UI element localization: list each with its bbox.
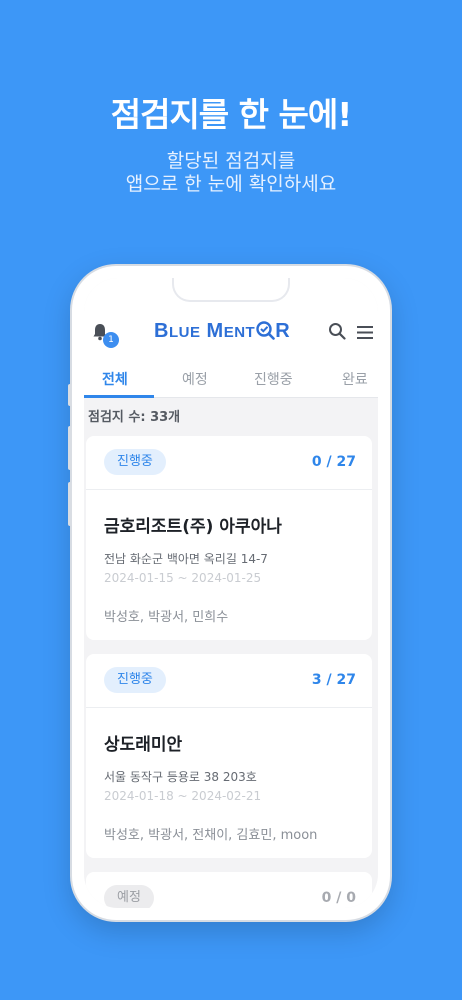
site-name: 상도래미안	[104, 735, 183, 755]
search-icon[interactable]	[328, 322, 346, 340]
tab-in-progress[interactable]: 진행중	[254, 369, 293, 389]
tab-completed[interactable]: 완료	[342, 369, 368, 389]
logo-text-ent: ENT	[223, 324, 256, 341]
inspection-card[interactable]: 예정 0 / 0	[86, 872, 372, 908]
progress-count: 3 / 27	[311, 672, 356, 688]
menu-icon[interactable]	[357, 326, 373, 339]
progress-count: 0 / 0	[321, 890, 356, 906]
promo-headline: 점검지를 한 눈에!	[110, 95, 353, 134]
tab-scheduled[interactable]: 예정	[182, 369, 208, 389]
card-header: 진행중 0 / 27	[86, 436, 372, 490]
logo-text-lue: LUE	[168, 324, 201, 341]
site-name: 금호리조트(주) 아쿠아나	[104, 517, 282, 537]
progress-count: 0 / 27	[311, 454, 356, 470]
promo-subtitle-line2: 앱으로 한 눈에 확인하세요	[125, 173, 337, 195]
phone-volume-up	[68, 426, 72, 470]
tab-all[interactable]: 전체	[102, 369, 128, 389]
inspection-card[interactable]: 진행중 3 / 27 상도래미안 서울 동작구 등용로 38 203호 2024…	[86, 654, 372, 858]
promo-subtitle: 할당된 점검지를 앱으로 한 눈에 확인하세요	[0, 150, 462, 196]
inspection-count: 점검지 수: 33개	[88, 410, 181, 425]
status-badge: 진행중	[104, 449, 166, 475]
logo-letter-r: R	[275, 320, 291, 342]
assigned-members: 박성호, 박광서, 민희수	[104, 610, 229, 625]
logo-letter-b: B	[154, 320, 169, 342]
active-tab-indicator	[84, 395, 154, 398]
blue-mentor-logo[interactable]: BLUE MENT R	[154, 320, 290, 343]
phone-frame: 1 BLUE MENT R 전체 예정 진행중 완료 점검지 수: 33개 진행…	[68, 266, 390, 920]
status-badge: 진행중	[104, 667, 166, 693]
magnifier-check-icon	[256, 321, 275, 340]
card-header: 진행중 3 / 27	[86, 654, 372, 708]
phone-volume-down	[68, 482, 72, 526]
inspection-card[interactable]: 진행중 0 / 27 금호리조트(주) 아쿠아나 전남 화순군 백아면 옥리길 …	[86, 436, 372, 640]
status-badge: 예정	[104, 885, 154, 908]
inspection-period: 2024-01-18 ~ 2024-02-21	[104, 789, 262, 803]
logo-letter-m: M	[206, 320, 224, 342]
app-screen: 1 BLUE MENT R 전체 예정 진행중 완료 점검지 수: 33개 진행…	[84, 278, 378, 908]
inspection-period: 2024-01-15 ~ 2024-01-25	[104, 571, 262, 585]
card-header: 예정 0 / 0	[86, 872, 372, 908]
site-address: 서울 동작구 등용로 38 203호	[104, 770, 257, 784]
site-address: 전남 화순군 백아면 옥리길 14-7	[104, 552, 268, 566]
phone-side-button	[68, 384, 72, 406]
status-tabs: 전체 예정 진행중 완료	[84, 364, 378, 398]
notification-badge: 1	[103, 332, 119, 348]
phone-notch	[172, 278, 290, 302]
promo-subtitle-line1: 할당된 점검지를	[166, 150, 296, 172]
assigned-members: 박성호, 박광서, 전채이, 김효민, moon	[104, 828, 318, 843]
